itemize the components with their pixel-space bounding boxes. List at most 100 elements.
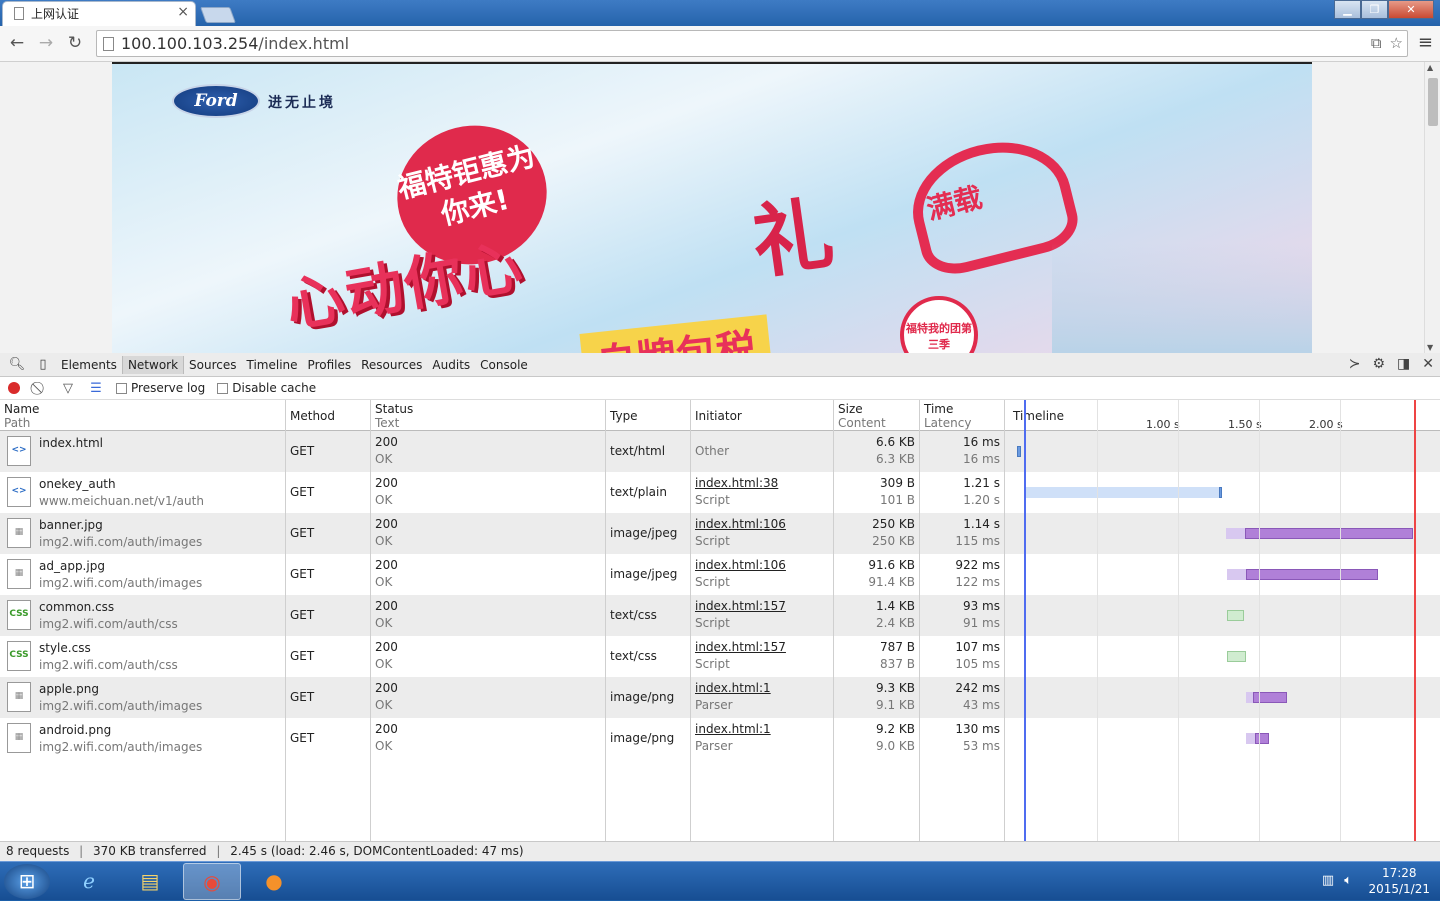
table-row[interactable]: ▦ ad_app.jpg img2.wifi.com/auth/images GET 2… xyxy=(0,554,1440,595)
table-row[interactable]: ▦ banner.jpg img2.wifi.com/auth/images GET 2… xyxy=(0,513,1440,554)
waterfall-bar[interactable] xyxy=(1025,487,1221,498)
request-name[interactable]: android.png img2.wifi.com/auth/images xyxy=(39,722,202,756)
checkbox-box[interactable] xyxy=(116,382,127,394)
system-clock[interactable]: 17:28 2015/1/21 xyxy=(1368,865,1430,897)
preserve-log-checkbox[interactable]: Preserve log xyxy=(116,381,205,395)
column-type[interactable]: Type xyxy=(610,409,638,423)
initiator-link[interactable]: index.html:1 xyxy=(695,680,771,697)
address-bar[interactable]: 100.100.103.254/index.html ⧉ ☆ xyxy=(96,30,1408,57)
chrome-icon[interactable]: ◉ xyxy=(183,863,241,900)
new-tab-button[interactable] xyxy=(200,7,236,23)
initiator-link[interactable]: index.html:157 xyxy=(695,639,786,656)
maximize-button[interactable]: ❐ xyxy=(1361,0,1388,19)
device-mode-icon[interactable]: ▯ xyxy=(30,357,56,372)
browser-tab[interactable]: 上网认证 × xyxy=(2,1,196,26)
tab-sources[interactable]: Sources xyxy=(184,356,241,374)
column-divider[interactable] xyxy=(605,400,606,841)
volume-icon[interactable]: 🔈︎ xyxy=(1344,873,1352,888)
translate-icon[interactable]: ⧉ xyxy=(1371,34,1382,52)
column-divider[interactable] xyxy=(690,400,691,841)
initiator-link[interactable]: index.html:106 xyxy=(695,557,786,574)
tab-console[interactable]: Console xyxy=(475,356,533,374)
dock-side-icon[interactable]: ◨ xyxy=(1397,356,1410,372)
inspect-icon[interactable]: 🔍︎ xyxy=(4,357,30,372)
column-timeline[interactable]: Timeline xyxy=(1013,409,1064,423)
disable-cache-checkbox[interactable]: Disable cache xyxy=(217,381,316,395)
close-devtools-icon[interactable]: ✕ xyxy=(1422,356,1434,372)
windows-start-icon[interactable]: ⊞ xyxy=(4,864,50,899)
large-rows-icon[interactable]: ☰ xyxy=(88,381,104,396)
url-text[interactable]: 100.100.103.254/index.html xyxy=(121,34,349,53)
waterfall-bar[interactable] xyxy=(1017,446,1021,457)
request-name[interactable]: style.css img2.wifi.com/auth/css xyxy=(39,640,178,674)
column-method[interactable]: Method xyxy=(290,409,335,423)
initiator-link[interactable]: index.html:106 xyxy=(695,516,786,533)
initiator-link[interactable]: index.html:1 xyxy=(695,721,771,738)
request-name[interactable]: banner.jpg img2.wifi.com/auth/images xyxy=(39,517,202,551)
waterfall-bar[interactable] xyxy=(1255,733,1269,744)
table-row[interactable]: ▦ apple.png img2.wifi.com/auth/images GET 20… xyxy=(0,677,1440,718)
clear-icon[interactable]: ⃠ xyxy=(32,381,48,396)
scroll-down-icon[interactable]: ▼ xyxy=(1427,343,1433,352)
back-button[interactable]: ← xyxy=(6,33,28,53)
network-tray-icon[interactable]: ▥ xyxy=(1322,873,1334,888)
settings-gear-icon[interactable]: ⚙ xyxy=(1372,356,1385,372)
column-size[interactable]: Size Content xyxy=(838,402,886,430)
chrome-menu-icon[interactable]: ≡ xyxy=(1418,32,1433,53)
record-icon[interactable] xyxy=(8,382,20,394)
table-row[interactable]: <> onekey_auth www.meichuan.net/v1/auth GET… xyxy=(0,472,1440,513)
tab-elements[interactable]: Elements xyxy=(56,356,122,374)
column-divider[interactable] xyxy=(919,400,920,841)
table-row[interactable]: <> index.html GET 200 OK text/html Other 6.6 KB… xyxy=(0,431,1440,472)
column-divider[interactable] xyxy=(370,400,371,841)
initiator-link[interactable]: index.html:157 xyxy=(695,598,786,615)
close-window-button[interactable]: ✕ xyxy=(1388,0,1434,19)
checkbox-box[interactable] xyxy=(217,382,229,394)
column-divider[interactable] xyxy=(1004,400,1005,841)
bookmark-star-icon[interactable]: ☆ xyxy=(1390,34,1403,52)
table-row[interactable]: CSS style.css img2.wifi.com/auth/css GET 200… xyxy=(0,636,1440,677)
scroll-up-icon[interactable]: ▲ xyxy=(1427,63,1433,72)
waterfall-bar[interactable] xyxy=(1246,692,1253,703)
waterfall-bar[interactable] xyxy=(1219,487,1222,498)
waterfall-bar[interactable] xyxy=(1245,528,1413,539)
forward-button[interactable]: → xyxy=(35,33,57,53)
column-name[interactable]: Name Path xyxy=(4,402,39,430)
column-status[interactable]: Status Text xyxy=(375,402,413,430)
waterfall-bar[interactable] xyxy=(1227,651,1246,662)
firefox-icon[interactable]: ● xyxy=(245,863,303,900)
page-scrollbar[interactable]: ▲ ▼ xyxy=(1424,62,1440,353)
waterfall-bar[interactable] xyxy=(1246,569,1378,580)
column-divider[interactable] xyxy=(833,400,834,841)
reload-button[interactable]: ↻ xyxy=(64,33,86,53)
transfer-size: 9.2 KB xyxy=(876,722,915,736)
tab-profiles[interactable]: Profiles xyxy=(303,356,357,374)
file-explorer-icon[interactable]: ▤ xyxy=(121,863,179,900)
waterfall-bar[interactable] xyxy=(1246,733,1255,744)
request-name[interactable]: onekey_auth www.meichuan.net/v1/auth xyxy=(39,476,204,510)
initiator-link[interactable]: index.html:38 xyxy=(695,475,778,492)
request-name[interactable]: ad_app.jpg img2.wifi.com/auth/images xyxy=(39,558,202,592)
table-row[interactable]: ▦ android.png img2.wifi.com/auth/images GET… xyxy=(0,718,1440,759)
column-initiator[interactable]: Initiator xyxy=(695,409,742,423)
request-name[interactable]: index.html xyxy=(39,435,103,452)
tab-network[interactable]: Network xyxy=(121,355,185,374)
request-name[interactable]: apple.png img2.wifi.com/auth/images xyxy=(39,681,202,715)
request-name[interactable]: common.css img2.wifi.com/auth/css xyxy=(39,599,178,633)
tab-timeline[interactable]: Timeline xyxy=(242,356,303,374)
request-size: 1.4 KB 2.4 KB xyxy=(834,598,915,632)
table-row[interactable]: CSS common.css img2.wifi.com/auth/css GET 20… xyxy=(0,595,1440,636)
waterfall-bar[interactable] xyxy=(1227,610,1244,621)
tab-resources[interactable]: Resources xyxy=(356,356,427,374)
internet-explorer-icon[interactable]: ℯ xyxy=(60,863,118,900)
tab-close-icon[interactable]: × xyxy=(177,4,189,20)
waterfall-bar[interactable] xyxy=(1226,528,1245,539)
column-divider[interactable] xyxy=(285,400,286,841)
console-drawer-icon[interactable]: ≻ xyxy=(1349,356,1361,372)
column-time[interactable]: Time Latency xyxy=(924,402,971,430)
filter-icon[interactable]: ▽ xyxy=(60,381,76,396)
minimize-button[interactable]: ▁ xyxy=(1334,0,1361,19)
tab-audits[interactable]: Audits xyxy=(427,356,475,374)
waterfall-bar[interactable] xyxy=(1227,569,1246,580)
scrollbar-thumb[interactable] xyxy=(1428,78,1438,126)
